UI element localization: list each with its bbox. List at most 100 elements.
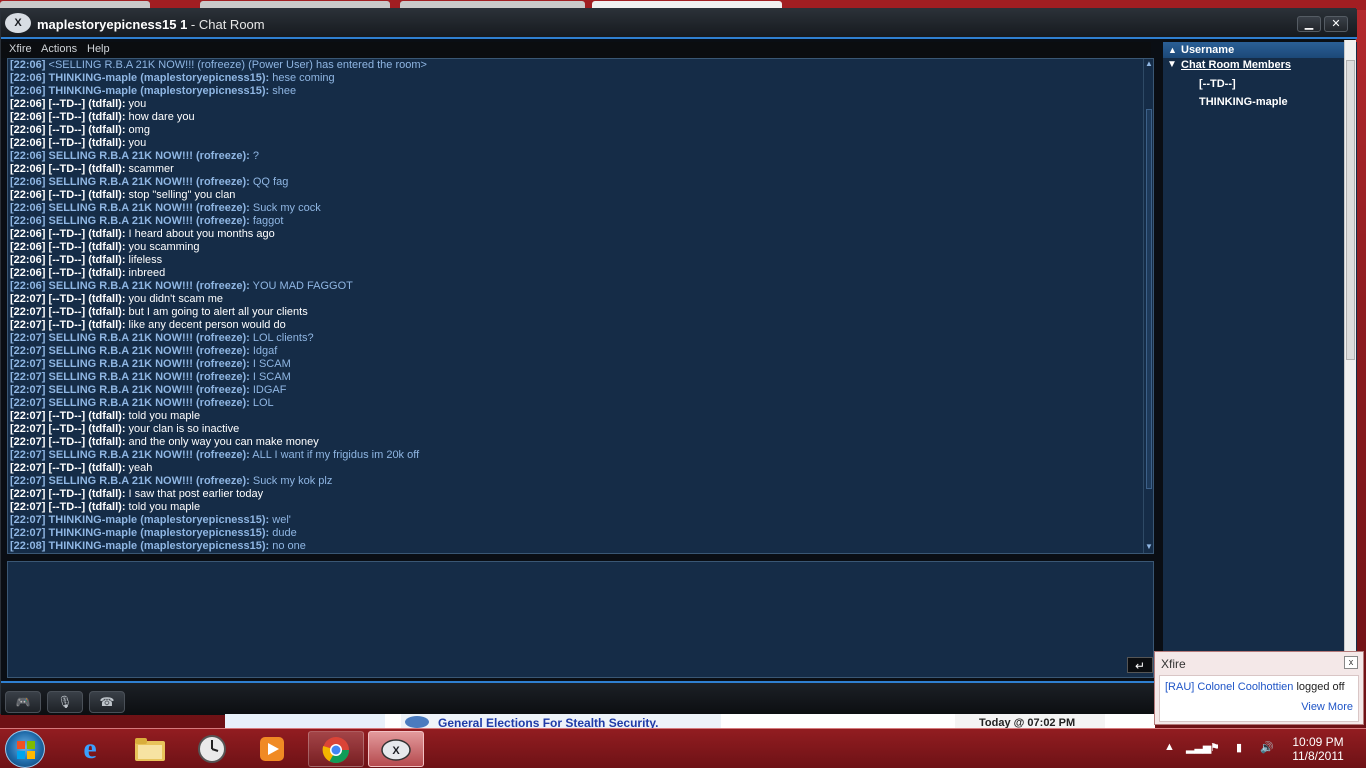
message-sender[interactable]: [--TD--] (tdfall): <box>49 293 126 305</box>
file-explorer-icon[interactable] <box>122 731 178 767</box>
close-button[interactable]: ✕ <box>1324 16 1348 32</box>
flag-icon[interactable]: ⚑ <box>1210 741 1220 754</box>
chat-log[interactable]: [22:06] <SELLING R.B.A 21K NOW!!! (rofre… <box>7 58 1154 554</box>
message-timestamp: [22:06] <box>10 202 49 214</box>
message-sender[interactable]: [--TD--] (tdfall): <box>49 436 126 448</box>
signal-icon[interactable]: ▂▃▅ <box>1186 741 1211 754</box>
message-sender[interactable]: [--TD--] (tdfall): <box>49 111 126 123</box>
message-sender[interactable]: [--TD--] (tdfall): <box>49 254 126 266</box>
message-text: hese coming <box>269 72 335 84</box>
message-sender[interactable]: [--TD--] (tdfall): <box>49 189 126 201</box>
phone-icon[interactable]: ☎ <box>89 691 125 713</box>
chrome-icon[interactable] <box>308 731 364 767</box>
message-sender[interactable]: THINKING-maple (maplestoryepicness15): <box>49 540 270 552</box>
message-sender[interactable]: SELLING R.B.A 21K NOW!!! (rofreeze): <box>49 176 250 188</box>
forum-icon <box>405 716 429 728</box>
clock-app-icon[interactable] <box>184 731 240 767</box>
message-timestamp: [22:06] <box>10 189 49 201</box>
message-sender[interactable]: [--TD--] (tdfall): <box>49 423 126 435</box>
xfire-notification[interactable]: Xfire x [RAU] Colonel Coolhottien logged… <box>1154 651 1364 725</box>
message-timestamp: [22:06] <box>10 124 49 136</box>
menu-xfire[interactable]: Xfire <box>9 43 32 55</box>
message-timestamp: [22:08] <box>10 540 49 552</box>
message-sender[interactable]: SELLING R.B.A 21K NOW!!! (rofreeze): <box>49 202 250 214</box>
message-sender[interactable]: SELLING R.B.A 21K NOW!!! (rofreeze): <box>49 358 250 370</box>
view-more-link[interactable]: View More <box>1301 701 1353 713</box>
menu-help[interactable]: Help <box>87 43 110 55</box>
media-player-icon[interactable] <box>244 731 300 767</box>
message-sender[interactable]: SELLING R.B.A 21K NOW!!! (rofreeze): <box>49 150 250 162</box>
side-scroll-thumb[interactable] <box>1346 60 1355 360</box>
title-bar[interactable]: X maplestoryepicness15 1 - Chat Room ▁ ✕ <box>1 9 1357 39</box>
chat-scrollbar[interactable]: ▲ ▼ <box>1143 59 1153 553</box>
chat-message: [22:06] [--TD--] (tdfall): how dare you <box>8 111 1153 124</box>
message-sender[interactable]: [--TD--] (tdfall): <box>49 124 126 136</box>
show-hidden-icons-icon[interactable]: ▲ <box>1164 741 1175 753</box>
microphone-icon[interactable]: 🎙 <box>47 691 83 713</box>
message-sender[interactable]: SELLING R.B.A 21K NOW!!! (rofreeze): <box>49 345 250 357</box>
send-icon[interactable]: ↵ <box>1127 657 1153 673</box>
message-sender[interactable]: SELLING R.B.A 21K NOW!!! (rofreeze): <box>49 371 250 383</box>
scroll-thumb[interactable] <box>1146 109 1152 489</box>
message-sender[interactable]: [--TD--] (tdfall): <box>49 488 126 500</box>
message-timestamp: [22:06] <box>10 72 49 84</box>
message-text: Suck my kok plz <box>249 475 333 487</box>
message-sender[interactable]: THINKING-maple (maplestoryepicness15): <box>49 72 270 84</box>
message-text: omg <box>125 124 150 136</box>
message-timestamp: [22:07] <box>10 514 49 526</box>
system-clock[interactable]: 10:09 PM 11/8/2011 <box>1283 735 1353 763</box>
message-sender[interactable]: [--TD--] (tdfall): <box>49 462 126 474</box>
clock-date: 11/8/2011 <box>1292 749 1344 763</box>
battery-icon[interactable]: ▮ <box>1236 741 1242 754</box>
message-timestamp: [22:07] <box>10 475 49 487</box>
game-controller-icon[interactable]: 🎮 <box>5 691 41 713</box>
message-text: I SCAM <box>249 358 291 370</box>
side-scrollbar[interactable] <box>1344 40 1356 670</box>
collapse-triangle-icon[interactable]: ▼ <box>1167 59 1177 70</box>
chat-message: [22:06] [--TD--] (tdfall): you <box>8 98 1153 111</box>
minimize-button[interactable]: ▁ <box>1297 16 1321 32</box>
chat-message: [22:06] SELLING R.B.A 21K NOW!!! (rofree… <box>8 202 1153 215</box>
message-sender[interactable]: [--TD--] (tdfall): <box>49 319 126 331</box>
member-item[interactable]: THINKING-maple <box>1199 96 1288 108</box>
username-column-header[interactable]: ▲ Username <box>1163 42 1345 58</box>
chat-message: [22:07] THINKING-maple (maplestoryepicne… <box>8 527 1153 540</box>
message-sender[interactable]: THINKING-maple (maplestoryepicness15): <box>49 527 270 539</box>
message-sender[interactable]: [--TD--] (tdfall): <box>49 501 126 513</box>
menu-actions[interactable]: Actions <box>41 43 77 55</box>
message-sender[interactable]: [--TD--] (tdfall): <box>49 98 126 110</box>
message-sender[interactable]: [--TD--] (tdfall): <box>49 228 126 240</box>
message-sender[interactable]: [--TD--] (tdfall): <box>49 241 126 253</box>
message-sender[interactable]: SELLING R.B.A 21K NOW!!! (rofreeze): <box>49 280 250 292</box>
chat-message: [22:06] SELLING R.B.A 21K NOW!!! (rofree… <box>8 176 1153 189</box>
message-sender[interactable]: THINKING-maple (maplestoryepicness15): <box>49 85 270 97</box>
internet-explorer-icon[interactable]: e <box>62 731 118 767</box>
notification-user-link[interactable]: [RAU] Colonel Coolhottien <box>1165 681 1293 693</box>
message-sender[interactable]: SELLING R.B.A 21K NOW!!! (rofreeze): <box>49 397 250 409</box>
message-sender[interactable]: [--TD--] (tdfall): <box>49 137 126 149</box>
notification-message: [RAU] Colonel Coolhottien logged off <box>1165 681 1345 693</box>
message-text: told you maple <box>125 410 201 422</box>
message-timestamp: [22:07] <box>10 293 49 305</box>
volume-icon[interactable]: 🔊 <box>1260 741 1274 754</box>
member-item[interactable]: [--TD--] <box>1199 78 1236 90</box>
notification-close-icon[interactable]: x <box>1344 656 1358 669</box>
scroll-down-icon[interactable]: ▼ <box>1145 543 1153 551</box>
chat-room-members-group[interactable]: ▼ Chat Room Members <box>1167 59 1291 71</box>
start-button[interactable] <box>5 730 45 768</box>
message-sender[interactable]: [--TD--] (tdfall): <box>49 410 126 422</box>
message-sender[interactable]: [--TD--] (tdfall): <box>49 306 126 318</box>
message-sender[interactable]: SELLING R.B.A 21K NOW!!! (rofreeze): <box>49 449 250 461</box>
message-sender[interactable]: [--TD--] (tdfall): <box>49 267 126 279</box>
message-sender[interactable]: SELLING R.B.A 21K NOW!!! (rofreeze): <box>49 332 250 344</box>
taskbar: e X ▲ ▂▃▅ ⚑ ▮ 🔊 10:09 PM 11/8/2011 <box>0 728 1366 768</box>
message-sender[interactable]: [--TD--] (tdfall): <box>49 163 126 175</box>
message-sender[interactable]: SELLING R.B.A 21K NOW!!! (rofreeze): <box>49 475 250 487</box>
message-sender[interactable]: SELLING R.B.A 21K NOW!!! (rofreeze): <box>49 384 250 396</box>
message-text: you didn't scam me <box>125 293 223 305</box>
message-sender[interactable]: THINKING-maple (maplestoryepicness15): <box>49 514 270 526</box>
message-input[interactable] <box>7 561 1154 678</box>
scroll-up-icon[interactable]: ▲ <box>1145 60 1153 68</box>
message-sender[interactable]: SELLING R.B.A 21K NOW!!! (rofreeze): <box>49 215 250 227</box>
xfire-icon[interactable]: X <box>368 731 424 767</box>
